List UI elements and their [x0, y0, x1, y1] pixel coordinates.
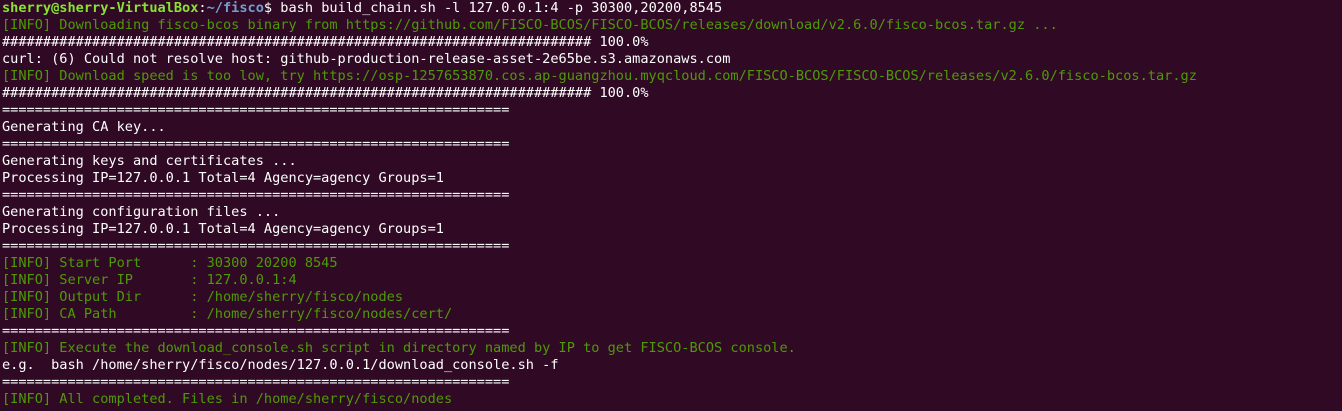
- prompt-symbol: $: [263, 0, 273, 16]
- output-line: [INFO] All completed. Files in /home/she…: [2, 391, 453, 407]
- output-line: [INFO] Output Dir : /home/sherry/fisco/n…: [2, 289, 404, 305]
- output-line: ========================================…: [2, 374, 510, 390]
- prompt-line: sherry@sherry-VirtualBox:~/fisco$ bash b…: [2, 0, 1342, 17]
- output-line: Processing IP=127.0.0.1 Total=4 Agency=a…: [2, 221, 444, 237]
- output-line: e.g. bash /home/sherry/fisco/nodes/127.0…: [2, 357, 559, 373]
- prompt-separator: :: [198, 0, 207, 16]
- output-line: ========================================…: [2, 238, 510, 254]
- output-line: Processing IP=127.0.0.1 Total=4 Agency=a…: [2, 170, 444, 186]
- output-line: curl: (6) Could not resolve host: github…: [2, 51, 731, 67]
- output-line: Generating keys and certificates ...: [2, 153, 297, 169]
- prompt-command: bash build_chain.sh -l 127.0.0.1:4 -p 30…: [272, 0, 723, 16]
- output-line: [INFO] Downloading fisco-bcos binary fro…: [2, 17, 1058, 33]
- terminal-window[interactable]: sherry@sherry-VirtualBox:~/fisco$ bash b…: [0, 0, 1342, 411]
- prompt-path: ~/fisco: [206, 0, 264, 16]
- output-line: Generating CA key...: [2, 119, 166, 135]
- prompt-user-host: sherry@sherry-VirtualBox: [2, 0, 199, 16]
- output-line: [INFO] Start Port : 30300 20200 8545: [2, 255, 338, 271]
- output-line: [INFO] CA Path : /home/sherry/fisco/node…: [2, 306, 453, 322]
- output-line: ########################################…: [2, 85, 649, 101]
- output-line: ========================================…: [2, 102, 510, 118]
- output-line: ========================================…: [2, 323, 510, 339]
- output-line: [INFO] Download speed is too low, try ht…: [2, 68, 1197, 84]
- output-line: ========================================…: [2, 187, 510, 203]
- output-line: [INFO] Execute the download_console.sh s…: [2, 340, 796, 356]
- output-line: Generating configuration files ...: [2, 204, 281, 220]
- output-line: [INFO] Server IP : 127.0.0.1:4: [2, 272, 297, 288]
- output-line: ========================================…: [2, 136, 510, 152]
- output-line: ########################################…: [2, 34, 649, 50]
- terminal-output: [INFO] Downloading fisco-bcos binary fro…: [2, 17, 1342, 408]
